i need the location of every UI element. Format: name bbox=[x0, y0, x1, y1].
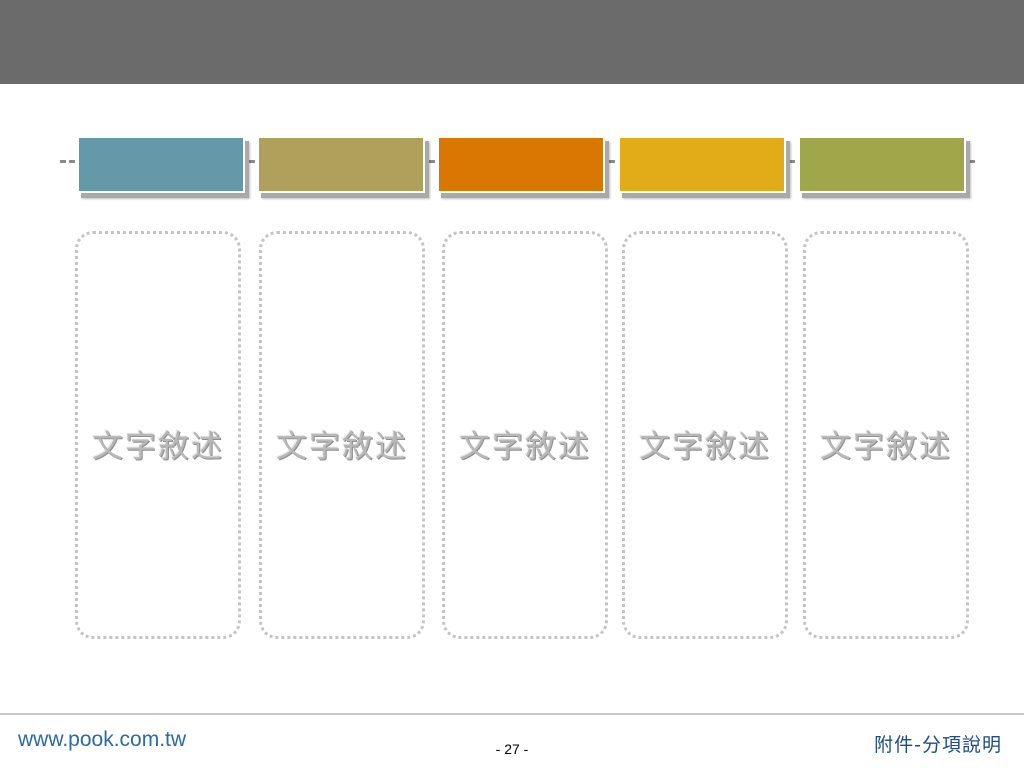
footer-divider bbox=[0, 713, 1024, 715]
header-box-1 bbox=[77, 136, 245, 193]
footer-title: 附件-分項說明 bbox=[874, 734, 1002, 756]
panel-text-1: 文字敘述 bbox=[92, 429, 224, 465]
header-box-2 bbox=[257, 136, 425, 193]
panel-text-4: 文字敘述 bbox=[639, 429, 771, 465]
header-box-5 bbox=[798, 136, 966, 193]
footer-url: www.pook.com.tw bbox=[18, 728, 187, 751]
header-box-3 bbox=[437, 136, 605, 193]
panel-text-2: 文字敘述 bbox=[276, 429, 408, 465]
panel-text-5: 文字敘述 bbox=[820, 429, 952, 465]
page-number: - 27 - bbox=[495, 741, 529, 757]
header-box-4 bbox=[618, 136, 786, 193]
top-banner bbox=[0, 0, 1024, 84]
panel-text-3: 文字敘述 bbox=[459, 429, 591, 465]
